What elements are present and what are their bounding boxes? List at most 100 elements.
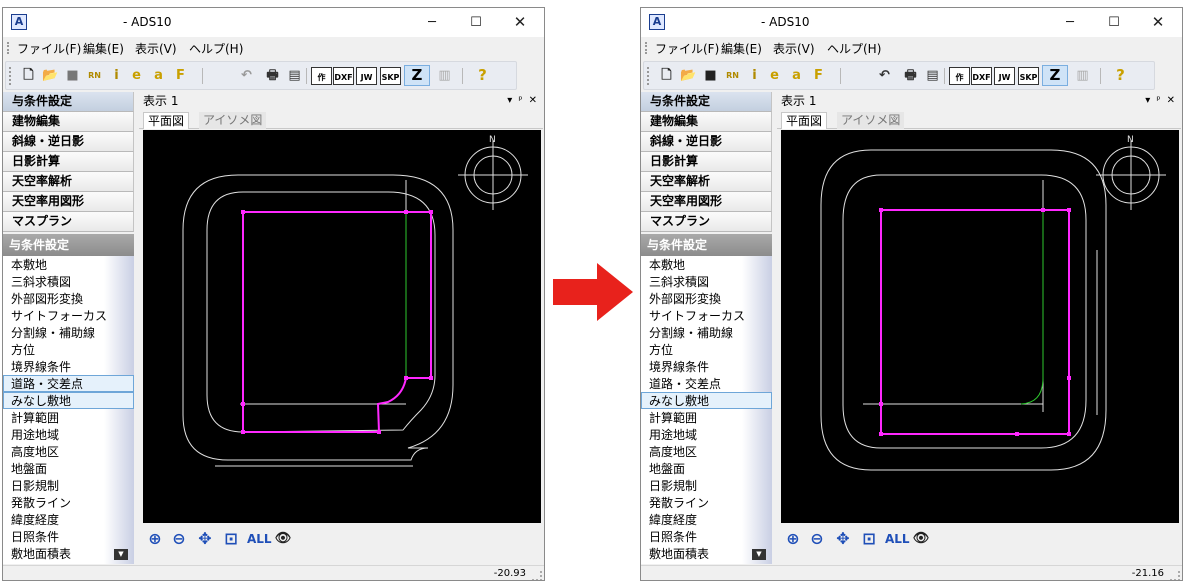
sub-item[interactable]: 本敷地 xyxy=(641,256,772,273)
sub-item[interactable]: 方位 xyxy=(3,341,134,358)
drawing-canvas[interactable]: N xyxy=(143,130,541,523)
close-button[interactable]: ✕ xyxy=(498,8,542,37)
tab-isometric[interactable]: アイソメ図 xyxy=(199,112,267,129)
info-icon[interactable]: i xyxy=(106,65,127,86)
menu-item-3[interactable]: ヘルプ(H) xyxy=(827,40,881,57)
menu-item-3[interactable]: ヘルプ(H) xyxy=(189,40,243,57)
sub-item[interactable]: 道路・交差点 xyxy=(641,375,772,392)
eye-icon[interactable]: 👁 xyxy=(273,529,293,549)
category-item[interactable]: 天空率解析 xyxy=(3,172,134,192)
print-icon[interactable]: 🖶 xyxy=(262,65,283,86)
sub-item[interactable]: 日影規制 xyxy=(641,477,772,494)
export-button-3[interactable]: SKP xyxy=(1018,67,1039,85)
sub-item[interactable]: 三斜求積図 xyxy=(641,273,772,290)
zoom-out-icon[interactable]: ⊖ xyxy=(169,529,189,549)
scroll-down-icon[interactable]: ▼ xyxy=(752,549,766,560)
rn-icon[interactable]: RN xyxy=(84,65,105,86)
sub-item[interactable]: 三斜求積図 xyxy=(3,273,134,290)
sub-item[interactable]: 日照条件 xyxy=(3,528,134,545)
sub-item[interactable]: 境界線条件 xyxy=(641,358,772,375)
pan-icon[interactable]: ✥ xyxy=(833,529,853,549)
a-icon[interactable]: a xyxy=(786,65,807,86)
sub-item[interactable]: 日影規制 xyxy=(3,477,134,494)
e-icon[interactable]: e xyxy=(764,65,785,86)
sub-item[interactable]: 分割線・補助線 xyxy=(641,324,772,341)
tab-plan[interactable]: 平面図 xyxy=(781,112,828,129)
save-icon[interactable]: ■ xyxy=(700,65,721,86)
zoom-all-label[interactable]: ALL xyxy=(885,529,910,549)
sub-item[interactable]: 分割線・補助線 xyxy=(3,324,134,341)
close-button[interactable]: ✕ xyxy=(1136,8,1180,37)
category-item[interactable]: 天空率用図形 xyxy=(3,192,134,212)
save-icon[interactable]: ■ xyxy=(62,65,83,86)
info-icon[interactable]: i xyxy=(744,65,765,86)
pin-icon[interactable]: ᵖ xyxy=(1156,95,1160,106)
menu-item-1[interactable]: 編集(E) xyxy=(721,40,762,57)
pan-icon[interactable]: ✥ xyxy=(195,529,215,549)
maximize-button[interactable]: ☐ xyxy=(1092,8,1136,37)
drawing-canvas[interactable]: N xyxy=(781,130,1179,523)
dropdown-icon[interactable]: ▾ xyxy=(1145,95,1150,106)
sub-item[interactable]: 計算範囲 xyxy=(641,409,772,426)
rn-icon[interactable]: RN xyxy=(722,65,743,86)
sub-item[interactable]: 境界線条件 xyxy=(3,358,134,375)
maximize-button[interactable]: ☐ xyxy=(454,8,498,37)
category-item[interactable]: 与条件設定 xyxy=(641,92,772,112)
f-icon[interactable]: F xyxy=(808,65,829,86)
sub-item[interactable]: 発散ライン xyxy=(641,494,772,511)
sub-item[interactable]: 緯度経度 xyxy=(3,511,134,528)
sub-item[interactable]: サイトフォーカス xyxy=(641,307,772,324)
new-file-icon[interactable]: 🗋 xyxy=(18,65,39,86)
doc-close-icon[interactable]: ✕ xyxy=(1167,95,1175,106)
category-item[interactable]: 天空率解析 xyxy=(641,172,772,192)
category-item[interactable]: 与条件設定 xyxy=(3,92,134,112)
zoom-window-icon[interactable]: ⊡ xyxy=(859,529,879,549)
help-icon[interactable]: ? xyxy=(1110,65,1131,86)
book-icon[interactable]: ▥ xyxy=(434,65,455,86)
zoom-out-icon[interactable]: ⊖ xyxy=(807,529,827,549)
sub-item[interactable]: 本敷地 xyxy=(3,256,134,273)
minimize-button[interactable]: ─ xyxy=(410,8,454,37)
sub-item[interactable]: 地盤面 xyxy=(641,460,772,477)
new-file-icon[interactable]: 🗋 xyxy=(656,65,677,86)
sub-item[interactable]: 発散ライン xyxy=(3,494,134,511)
tab-plan[interactable]: 平面図 xyxy=(143,112,190,129)
f-icon[interactable]: F xyxy=(170,65,191,86)
export-button-0[interactable]: 作 xyxy=(311,67,332,85)
zoom-all-label[interactable]: ALL xyxy=(247,529,272,549)
category-item[interactable]: マスプラン xyxy=(641,212,772,232)
layout-icon[interactable]: ▤ xyxy=(284,65,305,86)
sub-item[interactable]: 計算範囲 xyxy=(3,409,134,426)
resize-grip-icon[interactable] xyxy=(1170,571,1180,580)
minimize-button[interactable]: ─ xyxy=(1048,8,1092,37)
sub-item[interactable]: 緯度経度 xyxy=(641,511,772,528)
sub-item[interactable]: 用途地域 xyxy=(3,426,134,443)
menu-item-0[interactable]: ファイル(F) xyxy=(17,40,81,57)
sub-item[interactable]: 地盤面 xyxy=(3,460,134,477)
zoom-in-icon[interactable]: ⊕ xyxy=(783,529,803,549)
sub-item[interactable]: 高度地区 xyxy=(3,443,134,460)
menu-item-2[interactable]: 表示(V) xyxy=(773,40,815,57)
sub-item[interactable]: 外部図形変換 xyxy=(3,290,134,307)
category-item[interactable]: 斜線・逆日影 xyxy=(641,132,772,152)
doc-close-icon[interactable]: ✕ xyxy=(529,95,537,106)
zoom-window-icon[interactable]: ⊡ xyxy=(221,529,241,549)
category-item[interactable]: 天空率用図形 xyxy=(641,192,772,212)
eye-icon[interactable]: 👁 xyxy=(911,529,931,549)
sub-item[interactable]: 日照条件 xyxy=(641,528,772,545)
menu-item-1[interactable]: 編集(E) xyxy=(83,40,124,57)
export-button-2[interactable]: JW xyxy=(994,67,1015,85)
z-button[interactable]: Z xyxy=(404,65,430,86)
sub-item[interactable]: 道路・交差点 xyxy=(3,375,134,392)
menu-item-2[interactable]: 表示(V) xyxy=(135,40,177,57)
help-icon[interactable]: ? xyxy=(472,65,493,86)
sub-item[interactable]: 外部図形変換 xyxy=(641,290,772,307)
sub-item[interactable]: 用途地域 xyxy=(641,426,772,443)
resize-grip-icon[interactable] xyxy=(532,571,542,580)
open-folder-icon[interactable]: 📂 xyxy=(40,65,61,86)
sub-item[interactable]: みなし敷地 xyxy=(641,392,772,409)
undo-icon[interactable]: ↶ xyxy=(874,65,895,86)
category-item[interactable]: 日影計算 xyxy=(3,152,134,172)
category-item[interactable]: 建物編集 xyxy=(641,112,772,132)
export-button-1[interactable]: DXF xyxy=(333,67,354,85)
